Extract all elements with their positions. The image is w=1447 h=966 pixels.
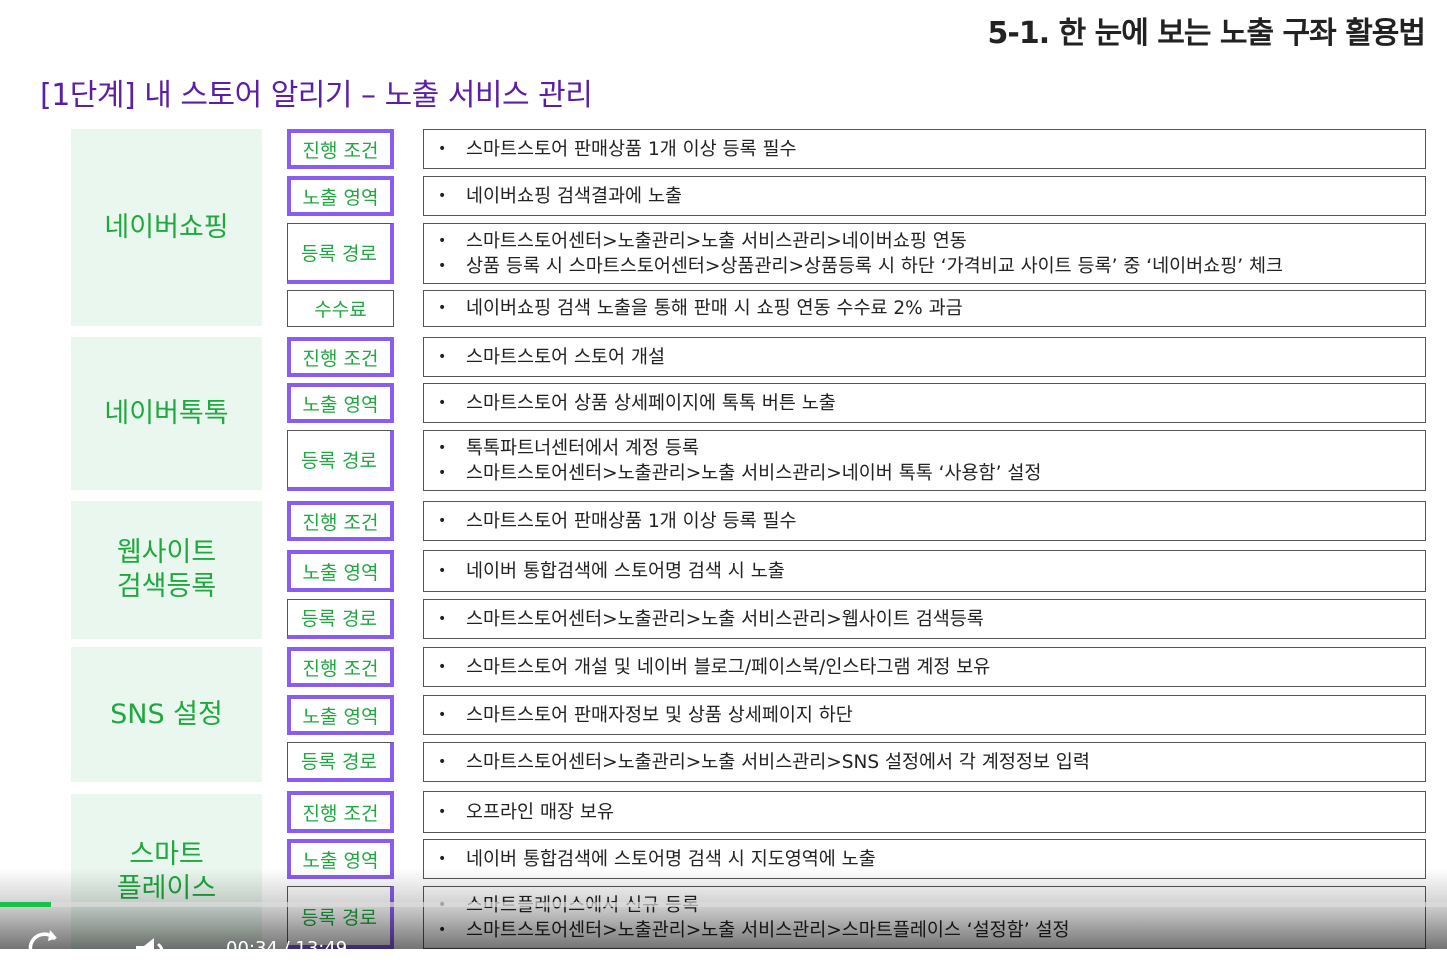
bullet-dot-icon: •	[438, 300, 447, 316]
row-tag: 등록 경로	[287, 430, 394, 491]
bullet-text: 톡톡파트너센터에서 계정 등록	[466, 437, 700, 459]
slide-title: 5-1. 한 눈에 보는 노출 구좌 활용법	[987, 16, 1426, 51]
row-tag: 진행 조건	[287, 647, 394, 687]
bullet-text: 스마트스토어 판매자정보 및 상품 상세페이지 하단	[466, 704, 853, 726]
category-label: 네이버쇼핑	[71, 129, 262, 326]
bullet-text: 스마트스토어센터>노출관리>노출 서비스관리>네이버 톡톡 ‘사용함’ 설정	[466, 462, 1042, 484]
bullet-item: • 스마트스토어센터>노출관리>노출 서비스관리>웹사이트 검색등록	[438, 607, 1425, 632]
row-tag: 노출 영역	[287, 176, 394, 216]
row-description: • 스마트스토어 판매상품 1개 이상 등록 필수	[423, 129, 1426, 169]
bullet-dot-icon: •	[438, 140, 447, 157]
bullet-item: • 네이버쇼핑 검색결과에 노출	[438, 184, 1425, 209]
bullet-dot-icon: •	[438, 257, 447, 274]
row-tag: 진행 조건	[287, 337, 394, 377]
row-description: • 스마트스토어 판매자정보 및 상품 상세페이지 하단	[423, 695, 1426, 735]
bullet-item: • 톡톡파트너센터에서 계정 등록	[438, 436, 1425, 461]
bullet-text: 스마트스토어센터>노출관리>노출 서비스관리>웹사이트 검색등록	[466, 608, 984, 630]
bullet-text: 네이버쇼핑 검색결과에 노출	[466, 185, 683, 207]
category-label: SNS 설정	[71, 647, 262, 782]
bullet-text: 스마트스토어 스토어 개설	[466, 346, 665, 368]
row-tag: 노출 영역	[287, 695, 394, 735]
volume-icon[interactable]	[132, 936, 172, 966]
row-tag: 등록 경로	[287, 599, 394, 639]
bullet-dot-icon: •	[438, 439, 447, 456]
bullet-item: • 네이버쇼핑 검색 노출을 통해 판매 시 쇼핑 연동 수수료 2% 과금	[438, 296, 1425, 321]
bullet-item: • 스마트스토어센터>노출관리>노출 서비스관리>SNS 설정에서 각 계정정보 …	[438, 750, 1425, 775]
row-description: • 스마트스토어 스토어 개설	[423, 337, 1426, 377]
bullet-item: • 스마트스토어 상품 상세페이지에 톡톡 버튼 노출	[438, 391, 1425, 416]
row-tag: 진행 조건	[287, 791, 394, 833]
bullet-dot-icon: •	[438, 803, 447, 820]
bullet-dot-icon: •	[438, 562, 447, 579]
bullet-dot-icon: •	[438, 512, 447, 529]
row-tag: 등록 경로	[287, 742, 394, 782]
bullet-item: • 스마트스토어 개설 및 네이버 블로그/페이스북/인스타그램 계정 보유	[438, 655, 1425, 680]
bullet-dot-icon: •	[438, 610, 447, 627]
bullet-dot-icon: •	[438, 348, 447, 365]
bullet-dot-icon: •	[438, 187, 447, 204]
category-label: 웹사이트 검색등록	[71, 501, 262, 639]
bullet-text: 오프라인 매장 보유	[466, 801, 614, 823]
bullet-text: 스마트스토어 상품 상세페이지에 톡톡 버튼 노출	[466, 392, 836, 414]
video-progress-bar[interactable]	[0, 902, 1447, 907]
row-description: • 톡톡파트너센터에서 계정 등록 • 스마트스토어센터>노출관리>노출 서비스관리>…	[423, 430, 1426, 491]
row-tag: 수수료	[287, 290, 394, 327]
bullet-text: 스마트스토어센터>노출관리>노출 서비스관리>네이버쇼핑 연동	[466, 230, 967, 252]
bullet-dot-icon: •	[438, 232, 447, 249]
bullet-dot-icon: •	[438, 464, 447, 481]
section-title: [1단계] 내 스토어 알리기 – 노출 서비스 관리	[40, 78, 593, 113]
bullet-dot-icon: •	[438, 658, 447, 675]
bullet-text: 네이버쇼핑 검색 노출을 통해 판매 시 쇼핑 연동 수수료 2% 과금	[466, 298, 963, 319]
row-tag: 진행 조건	[287, 501, 394, 541]
bullet-item: • 스마트스토어 판매자정보 및 상품 상세페이지 하단	[438, 703, 1425, 728]
bullet-text: 스마트스토어 판매상품 1개 이상 등록 필수	[466, 510, 797, 532]
row-tag: 등록 경로	[287, 223, 394, 284]
bullet-text: 스마트스토어센터>노출관리>노출 서비스관리>SNS 설정에서 각 계정정보 입…	[466, 751, 1090, 773]
row-tag: 노출 영역	[287, 550, 394, 592]
bullet-item: • 스마트스토어센터>노출관리>노출 서비스관리>네이버 톡톡 ‘사용함’ 설정	[438, 461, 1425, 486]
bullet-text: 상품 등록 시 스마트스토어센터>상품관리>상품등록 시 하단 ‘가격비교 사이…	[466, 255, 1284, 277]
row-description: • 스마트스토어 판매상품 1개 이상 등록 필수	[423, 501, 1426, 541]
row-description: • 스마트스토어센터>노출관리>노출 서비스관리>SNS 설정에서 각 계정정보 …	[423, 742, 1426, 782]
bullet-dot-icon: •	[438, 753, 447, 770]
bullet-dot-icon: •	[438, 394, 447, 411]
replay-icon[interactable]	[20, 926, 68, 966]
bullet-item: • 상품 등록 시 스마트스토어센터>상품관리>상품등록 시 하단 ‘가격비교 사…	[438, 254, 1425, 279]
row-description: • 스마트스토어 개설 및 네이버 블로그/페이스북/인스타그램 계정 보유	[423, 647, 1426, 687]
bullet-item: • 스마트스토어 판매상품 1개 이상 등록 필수	[438, 137, 1425, 162]
bullet-text: 스마트스토어 판매상품 1개 이상 등록 필수	[466, 138, 797, 160]
bullet-text: 네이버 통합검색에 스토어명 검색 시 노출	[466, 560, 785, 582]
row-description: • 네이버쇼핑 검색결과에 노출	[423, 176, 1426, 216]
bullet-item: • 오프라인 매장 보유	[438, 800, 1425, 825]
row-description: • 네이버쇼핑 검색 노출을 통해 판매 시 쇼핑 연동 수수료 2% 과금	[423, 290, 1426, 327]
row-description: • 스마트스토어 상품 상세페이지에 톡톡 버튼 노출	[423, 383, 1426, 423]
bullet-item: • 스마트스토어 판매상품 1개 이상 등록 필수	[438, 509, 1425, 534]
row-description: • 스마트스토어센터>노출관리>노출 서비스관리>네이버쇼핑 연동 • 상품 등록 시…	[423, 223, 1426, 284]
bullet-item: • 스마트스토어센터>노출관리>노출 서비스관리>네이버쇼핑 연동	[438, 229, 1425, 254]
row-tag: 노출 영역	[287, 383, 394, 423]
bullet-item: • 네이버 통합검색에 스토어명 검색 시 노출	[438, 559, 1425, 584]
row-description: • 오프라인 매장 보유	[423, 791, 1426, 833]
video-progress-fill	[0, 902, 51, 907]
bullet-dot-icon: •	[438, 706, 447, 723]
bullet-item: • 스마트스토어 스토어 개설	[438, 345, 1425, 370]
video-controls-overlay	[0, 868, 1447, 949]
row-description: • 네이버 통합검색에 스토어명 검색 시 노출	[423, 550, 1426, 592]
row-description: • 스마트스토어센터>노출관리>노출 서비스관리>웹사이트 검색등록	[423, 599, 1426, 639]
category-label: 네이버톡톡	[71, 337, 262, 490]
row-tag: 진행 조건	[287, 129, 394, 169]
bullet-text: 스마트스토어 개설 및 네이버 블로그/페이스북/인스타그램 계정 보유	[466, 656, 991, 678]
